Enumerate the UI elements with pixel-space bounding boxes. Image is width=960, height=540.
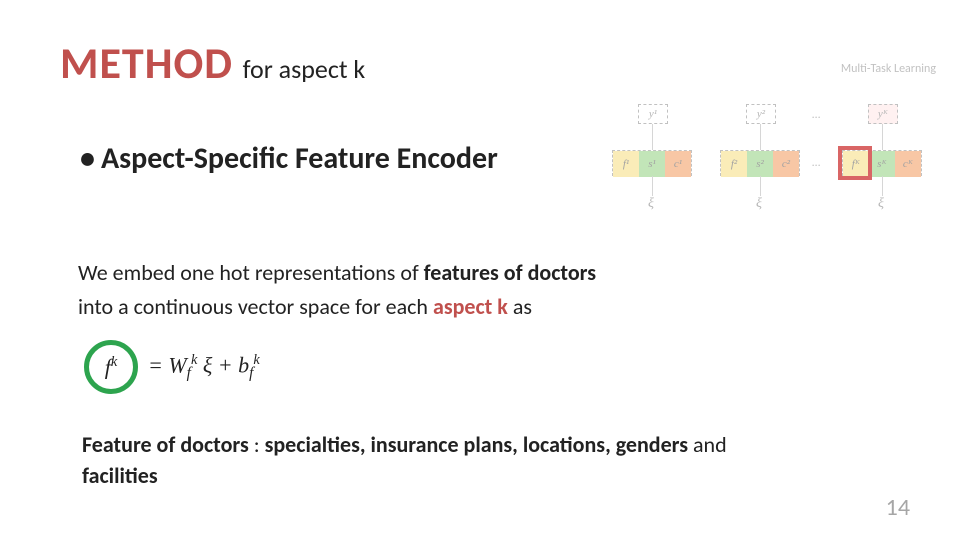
desc-l2a: into a continuous vector space for each xyxy=(78,293,433,320)
s1-cell: s¹ xyxy=(639,151,665,177)
eq-body-w: = W xyxy=(148,352,187,377)
bullet-dot: • xyxy=(80,140,95,177)
desc-l1a: We embed one hot representations of xyxy=(78,259,424,286)
line6 xyxy=(882,176,883,196)
f1-cell: f¹ xyxy=(613,151,639,177)
feat-colon: : xyxy=(249,431,265,458)
fsc2: f² s² c² xyxy=(720,150,800,176)
title-method: METHOD xyxy=(60,36,233,90)
xiK: ξ xyxy=(878,196,884,212)
feat-lead: Feature of doctors xyxy=(82,431,249,458)
diagram-title: Multi-Task Learning xyxy=(841,62,936,76)
c1-cell: c¹ xyxy=(665,151,691,177)
slide-title: METHOD for aspect k xyxy=(60,36,365,90)
page-number: 14 xyxy=(886,493,910,522)
line5 xyxy=(760,176,761,196)
line4 xyxy=(652,176,653,196)
line3 xyxy=(882,124,883,150)
eq-xi: ξ + b xyxy=(203,352,249,377)
desc-l2c: as xyxy=(508,293,532,320)
bullet-text: Aspect-Specific Feature Encoder xyxy=(101,140,498,177)
y1-box: y¹ xyxy=(638,104,668,124)
multi-task-diagram: Multi-Task Learning y¹ y² … yᴷ f¹ s¹ c¹ … xyxy=(612,60,942,230)
cK-cell: cᴷ xyxy=(895,151,921,177)
green-circle-highlight: fk xyxy=(84,340,138,394)
eq-bf-sup: k xyxy=(253,352,259,368)
eq-body: = Wfk ξ + bfk xyxy=(148,352,260,383)
dots-y: … xyxy=(812,108,820,122)
dots-fsc: … xyxy=(812,156,820,170)
description: We embed one hot representations of feat… xyxy=(78,256,596,324)
equation: fk = Wfk ξ + bfk xyxy=(84,340,260,394)
eq-wf-sup: k xyxy=(191,352,197,368)
f2-cell: f² xyxy=(721,151,747,177)
y2-box: y² xyxy=(746,104,776,124)
desc-l2b: aspect k xyxy=(433,293,508,320)
sK-cell: sᴷ xyxy=(869,151,895,177)
s2-cell: s² xyxy=(747,151,773,177)
red-highlight-box xyxy=(838,146,872,180)
feat-items: specialties, insurance plans, locations,… xyxy=(265,431,688,458)
slide: METHOD for aspect k •Aspect-Specific Fea… xyxy=(0,0,960,540)
feature-list: Feature of doctors : specialties, insura… xyxy=(82,430,862,492)
feat-last: facilities xyxy=(82,462,158,489)
bullet-heading: •Aspect-Specific Feature Encoder xyxy=(80,140,498,177)
fsc1: f¹ s¹ c¹ xyxy=(612,150,692,176)
line1 xyxy=(652,124,653,150)
xi2: ξ xyxy=(756,196,762,212)
c2-cell: c² xyxy=(773,151,799,177)
desc-l1b: features of doctors xyxy=(424,259,596,286)
feat-tail: and xyxy=(688,431,727,458)
yK-box: yᴷ xyxy=(868,104,898,124)
title-sub: for aspect k xyxy=(243,53,366,85)
eq-lhs-sup: k xyxy=(111,354,117,370)
line2 xyxy=(760,124,761,150)
eq-lhs: fk xyxy=(105,354,117,380)
xi1: ξ xyxy=(648,196,654,212)
